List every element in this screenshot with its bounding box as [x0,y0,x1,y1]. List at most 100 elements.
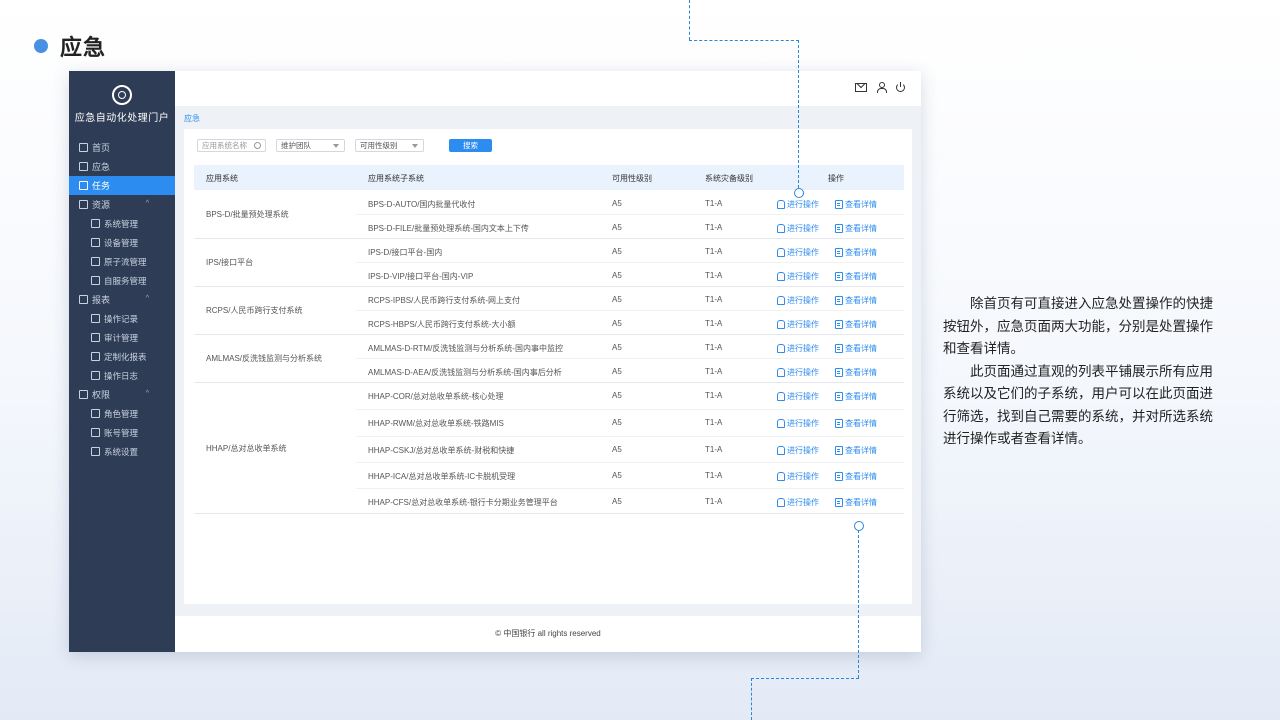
operate-link[interactable]: 进行操作 [777,471,819,482]
sidebar-item[interactable]: 系统管理 [69,214,175,233]
detail-link-label: 查看详情 [845,344,877,353]
team-select[interactable]: 维护团队 [276,139,345,152]
operate-link[interactable]: 进行操作 [777,223,819,234]
detail-link[interactable]: 查看详情 [835,223,877,234]
detail-link[interactable]: 查看详情 [835,497,877,508]
availability-cell: A5 [612,223,622,232]
detail-link[interactable]: 查看详情 [835,199,877,210]
availability-cell: A5 [612,199,622,208]
operate-link[interactable]: 进行操作 [777,319,819,330]
availability-select-value: 可用性级别 [360,141,398,150]
chevron-up-icon: ^ [145,390,149,397]
detail-link-label: 查看详情 [845,472,877,481]
sidebar-item[interactable]: 角色管理 [69,404,175,423]
availability-cell: A5 [612,391,622,400]
header-actions: 操作 [828,174,844,183]
operate-link-label: 进行操作 [787,200,819,209]
operate-link[interactable]: 进行操作 [777,295,819,306]
account-icon [91,428,100,437]
detail-link[interactable]: 查看详情 [835,271,877,282]
service-icon [91,276,100,285]
availability-cell: A5 [612,445,622,454]
operate-link[interactable]: 进行操作 [777,445,819,456]
slide-title-text: 应急 [60,35,107,60]
sidebar-item[interactable]: 任务 [69,176,175,195]
sidebar-item[interactable]: 原子流管理 [69,252,175,271]
availability-cell: A5 [612,247,622,256]
sidebar-item[interactable]: 定制化报表 [69,347,175,366]
subsystem-cell: AMLMAS-D-AEA/反洗钱监测与分析系统-国内事后分析 [368,368,562,377]
sidebar-item[interactable]: 操作记录 [69,309,175,328]
operate-link[interactable]: 进行操作 [777,343,819,354]
table-row: IPS-D/接口平台-国内 A5 T1-A 进行操作 查看详情 [356,239,904,263]
sidebar-item-label: 操作记录 [104,313,139,324]
search-button[interactable]: 搜索 [449,139,492,152]
hand-pointer-icon [777,320,785,329]
sidebar-item-label: 角色管理 [104,408,139,419]
operate-link-label: 进行操作 [787,368,819,377]
detail-link[interactable]: 查看详情 [835,319,877,330]
operate-link[interactable]: 进行操作 [777,391,819,402]
detail-link[interactable]: 查看详情 [835,247,877,258]
table-row: HHAP-COR/总对总收单系统-核心处理 A5 T1-A 进行操作 查看详情 [356,383,904,410]
detail-link[interactable]: 查看详情 [835,445,877,456]
mail-icon[interactable] [855,83,867,92]
sidebar-item[interactable]: 设备管理 [69,233,175,252]
sidebar-item[interactable]: 报表 ^ [69,290,175,309]
detail-link[interactable]: 查看详情 [835,418,877,429]
dr-level-cell: T1-A [705,497,723,506]
sidebar-item[interactable]: 应急 [69,157,175,176]
detail-link[interactable]: 查看详情 [835,295,877,306]
document-search-icon [835,498,843,507]
operate-link[interactable]: 进行操作 [777,418,819,429]
detail-link[interactable]: 查看详情 [835,367,877,378]
chevron-up-icon: ^ [145,200,149,207]
user-icon[interactable] [876,82,887,93]
detail-link[interactable]: 查看详情 [835,343,877,354]
system-group-label: HHAP/总对总收单系统 [206,443,287,453]
sidebar-item[interactable]: 账号管理 [69,423,175,442]
sidebar-item[interactable]: 首页 [69,138,175,157]
availability-select[interactable]: 可用性级别 [355,139,424,152]
detail-link-label: 查看详情 [845,296,877,305]
operate-link[interactable]: 进行操作 [777,247,819,258]
document-search-icon [835,446,843,455]
dr-level-cell: T1-A [705,247,723,256]
breadcrumb[interactable]: 应急 [184,113,200,124]
availability-cell: A5 [612,471,622,480]
operate-link-label: 进行操作 [787,248,819,257]
dr-level-cell: T1-A [705,295,723,304]
system-search-input[interactable]: 应用系统名称 [197,139,266,152]
sidebar-item[interactable]: 审计管理 [69,328,175,347]
operate-link[interactable]: 进行操作 [777,199,819,210]
table-row: HHAP-RWM/总对总收单系统-铁路MIS A5 T1-A 进行操作 查看详情 [356,410,904,437]
sidebar-item[interactable]: 资源 ^ [69,195,175,214]
operate-link[interactable]: 进行操作 [777,271,819,282]
app-window: 应急自动化处理门户 首页 应急 任务 资源 ^ 系统管理 设备管理 原子流管理 自服务管理 报表 ^… [69,71,921,652]
chevron-down-icon [333,144,339,148]
sidebar-item[interactable]: 自服务管理 [69,271,175,290]
sidebar-item-label: 原子流管理 [104,256,147,267]
detail-link[interactable]: 查看详情 [835,391,877,402]
dr-level-cell: T1-A [705,271,723,280]
subsystem-cell: BPS-D-FILE/批量预处理系统-国内文本上下传 [368,224,529,233]
power-icon[interactable] [895,82,905,92]
header-system: 应用系统 [206,174,238,183]
sidebar-item[interactable]: 系统设置 [69,442,175,461]
detail-link[interactable]: 查看详情 [835,471,877,482]
callout-line-top-v2 [798,40,799,188]
hand-pointer-icon [777,224,785,233]
subsystem-cell: HHAP-RWM/总对总收单系统-铁路MIS [368,419,504,428]
subsystem-cell: RCPS-HBPS/人民币跨行支付系统-大小额 [368,320,516,329]
sidebar-item-label: 任务 [92,181,111,191]
report-icon [79,295,88,304]
chevron-down-icon [412,144,418,148]
sidebar-item-label: 自服务管理 [104,275,147,286]
system-group-label: AMLMAS/反洗钱监测与分析系统 [206,354,323,363]
operate-link[interactable]: 进行操作 [777,497,819,508]
sidebar-item-label: 审计管理 [104,332,139,343]
sidebar-item[interactable]: 操作日志 [69,366,175,385]
operate-link[interactable]: 进行操作 [777,367,819,378]
sidebar-item[interactable]: 权限 ^ [69,385,175,404]
sidebar-item-label: 权限 [92,390,111,400]
